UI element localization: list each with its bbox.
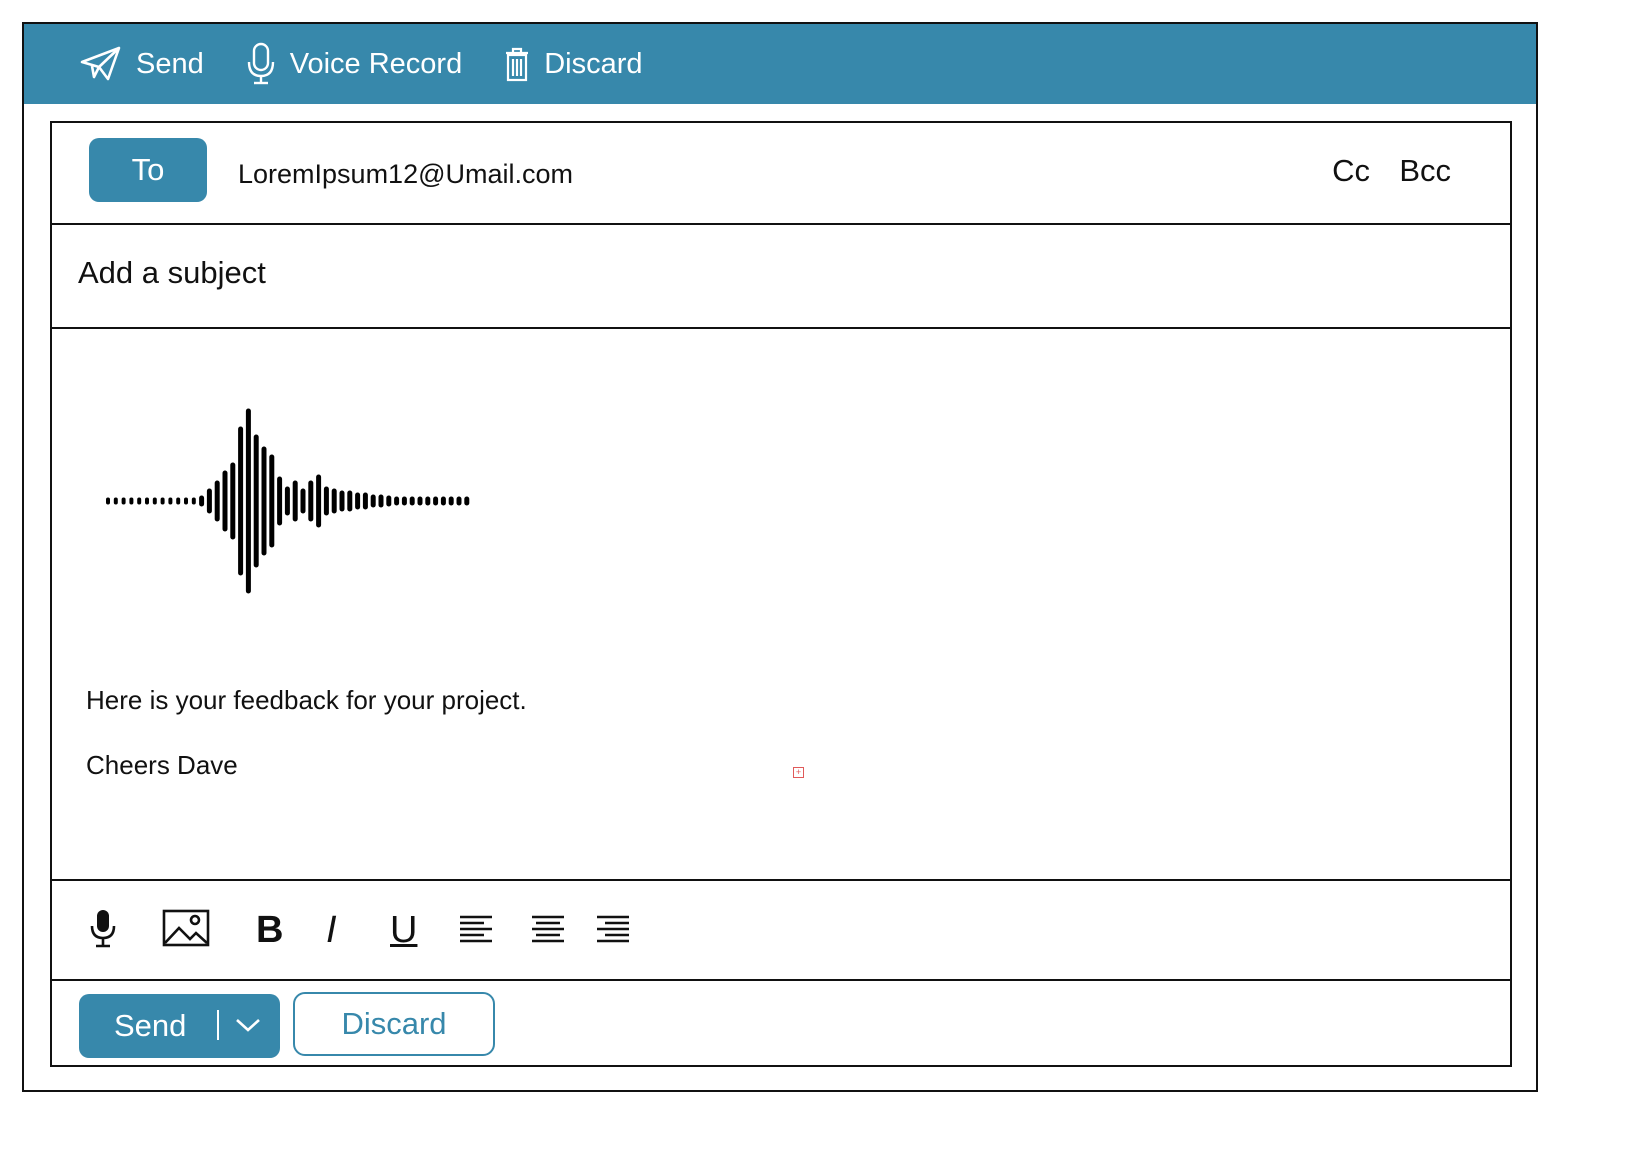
plus-marker-icon: + <box>793 767 804 778</box>
discard-button[interactable]: Discard <box>293 992 495 1056</box>
subject-row: Add a subject <box>52 225 1510 329</box>
paper-plane-icon <box>80 46 121 81</box>
align-right-icon <box>597 915 629 943</box>
send-button[interactable]: Send <box>79 994 280 1058</box>
message-body[interactable]: Here is your feedback for your project. … <box>52 329 1510 881</box>
chevron-down-icon[interactable] <box>235 1016 261 1034</box>
compose-form: To LoremIpsum12@Umail.com Cc Bcc Add a s… <box>50 121 1512 1067</box>
waveform-icon[interactable] <box>104 401 474 601</box>
send-divider <box>217 1010 219 1040</box>
underline-button[interactable]: U <box>390 909 417 952</box>
format-microphone-button[interactable] <box>88 909 118 949</box>
toolbar-discard-label: Discard <box>544 47 643 80</box>
format-toolbar: B I U <box>52 881 1510 981</box>
microphone-icon <box>247 42 274 85</box>
toolbar-voice-record-label: Voice Record <box>289 47 463 80</box>
toolbar-discard-button[interactable]: Discard <box>504 46 643 82</box>
body-text-line: Cheers Dave <box>86 750 238 780</box>
microphone-icon <box>90 910 116 948</box>
align-center-icon <box>532 915 564 943</box>
bold-button[interactable]: B <box>256 909 283 952</box>
trash-icon <box>506 47 529 82</box>
to-field[interactable]: LoremIpsum12@Umail.com <box>238 159 573 190</box>
subject-input[interactable]: Add a subject <box>78 255 266 291</box>
recipient-row: To LoremIpsum12@Umail.com Cc Bcc <box>52 123 1510 225</box>
toolbar-send-label: Send <box>136 47 204 80</box>
toolbar-voice-record-button[interactable]: Voice Record <box>246 42 463 86</box>
align-left-button[interactable] <box>459 915 493 943</box>
action-row: Send Discard <box>52 981 1510 1067</box>
send-button-label: Send <box>114 1008 187 1043</box>
body-text-line: Here is your feedback for your project. <box>86 685 527 715</box>
compose-window: Send Voice Record Discard To LoremIpsum1… <box>22 22 1538 1092</box>
insert-image-button[interactable] <box>162 909 210 947</box>
align-right-button[interactable] <box>596 915 630 943</box>
bcc-button[interactable]: Bcc <box>1399 153 1451 189</box>
italic-button[interactable]: I <box>326 909 337 952</box>
image-icon <box>162 909 210 947</box>
align-center-button[interactable] <box>531 915 565 943</box>
top-toolbar: Send Voice Record Discard <box>24 24 1536 104</box>
to-button[interactable]: To <box>89 138 207 202</box>
align-left-icon <box>460 915 492 943</box>
cc-button[interactable]: Cc <box>1332 153 1370 189</box>
toolbar-send-button[interactable]: Send <box>80 46 204 82</box>
